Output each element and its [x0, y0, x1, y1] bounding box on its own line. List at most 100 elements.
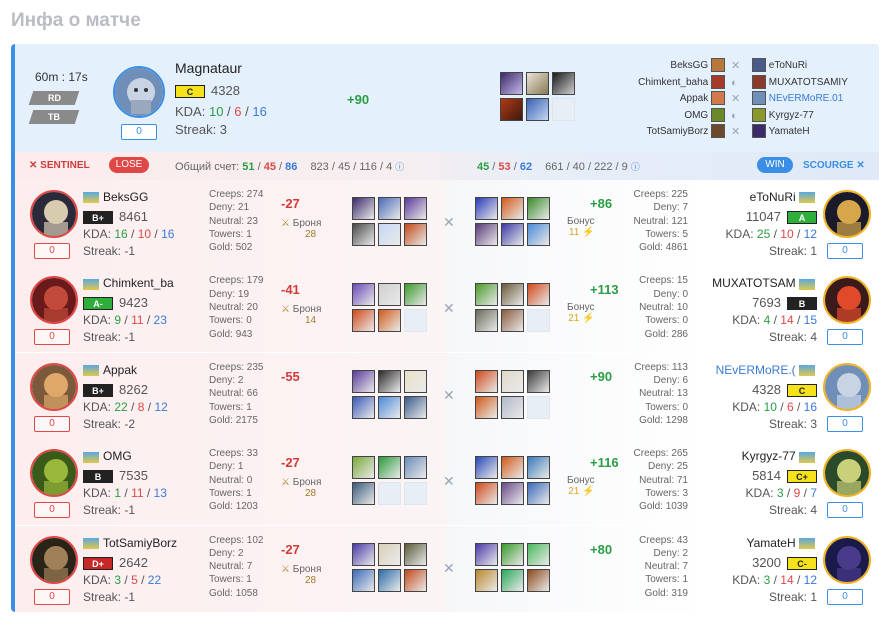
item-icon[interactable]: [404, 568, 427, 592]
item-icon[interactable]: [475, 309, 498, 333]
item-icon[interactable]: [527, 568, 550, 592]
rank-badge: B: [787, 297, 817, 311]
right-player-name[interactable]: MUXATOTSAM: [709, 276, 819, 290]
mvp-hero-avatar[interactable]: [113, 66, 165, 118]
item-icon[interactable]: [501, 542, 524, 566]
right-player-name[interactable]: Kyrgyz-77: [709, 449, 819, 463]
item-icon[interactable]: [501, 395, 524, 419]
item-icon[interactable]: [501, 568, 524, 592]
item-icon[interactable]: [526, 98, 549, 121]
left-score-box: 0: [34, 415, 70, 432]
right-hero-avatar[interactable]: [823, 190, 871, 238]
mvp-hero-name[interactable]: Magnataur: [175, 60, 242, 76]
right-player-name[interactable]: eToNuRi: [709, 190, 819, 204]
rank-badge: C-: [787, 556, 817, 570]
left-player-name[interactable]: TotSamiyBorz: [83, 536, 183, 550]
item-icon[interactable]: [404, 456, 427, 480]
item-icon[interactable]: [527, 482, 550, 506]
left-hero-avatar[interactable]: [30, 190, 78, 238]
item-icon[interactable]: [475, 568, 498, 592]
empty-item-slot: [404, 309, 427, 333]
item-icon[interactable]: [527, 197, 550, 220]
item-icon[interactable]: [552, 72, 575, 95]
item-icon[interactable]: [501, 197, 524, 220]
left-hero-avatar[interactable]: [30, 535, 78, 584]
left-player-name[interactable]: OMG: [83, 449, 183, 463]
versus-icon: ✕: [443, 559, 455, 576]
item-icon[interactable]: [352, 542, 375, 566]
match-card: 60m : 17s RD TB 0 Magnataur C 4328 KDA: 1…: [11, 44, 879, 612]
right-player-name[interactable]: YamateH: [709, 536, 819, 550]
left-score-box: 0: [34, 502, 70, 519]
item-icon[interactable]: [475, 482, 498, 506]
item-icon[interactable]: [352, 283, 375, 307]
right-player-name[interactable]: NEvERMoRE.(: [709, 363, 819, 377]
item-icon[interactable]: [404, 197, 427, 220]
item-icon[interactable]: [378, 283, 401, 307]
item-icon[interactable]: [404, 542, 427, 566]
item-icon[interactable]: [501, 309, 524, 333]
item-icon[interactable]: [378, 223, 401, 246]
left-player-name[interactable]: Chimkent_ba: [83, 276, 183, 290]
item-icon[interactable]: [404, 223, 427, 246]
item-icon[interactable]: [475, 283, 498, 307]
item-icon[interactable]: [526, 72, 549, 95]
item-icon[interactable]: [378, 568, 401, 592]
item-icon[interactable]: [352, 369, 375, 393]
item-icon[interactable]: [501, 223, 524, 246]
item-icon[interactable]: [378, 542, 401, 566]
left-streak: Streak: -2: [83, 416, 136, 431]
item-icon[interactable]: [404, 369, 427, 393]
left-rank-line: A- 9423: [83, 294, 148, 312]
item-icon[interactable]: [527, 542, 550, 566]
item-icon[interactable]: [500, 98, 523, 121]
item-icon[interactable]: [527, 369, 550, 393]
item-icon[interactable]: [352, 568, 375, 592]
right-hero-avatar[interactable]: [823, 449, 871, 498]
item-icon[interactable]: [527, 456, 550, 480]
item-icon[interactable]: [475, 542, 498, 566]
right-score-box: 0: [827, 502, 863, 519]
item-icon[interactable]: [404, 283, 427, 307]
left-player-name[interactable]: BeksGG: [83, 190, 183, 204]
item-icon[interactable]: [378, 309, 401, 333]
item-icon[interactable]: [475, 369, 498, 393]
item-icon[interactable]: [500, 72, 523, 95]
item-icon[interactable]: [501, 482, 524, 506]
item-icon[interactable]: [352, 482, 375, 506]
item-icon[interactable]: [475, 197, 498, 220]
left-hero-avatar[interactable]: [30, 449, 78, 498]
left-hero-avatar[interactable]: [30, 362, 78, 411]
item-icon[interactable]: [501, 283, 524, 307]
item-icon[interactable]: [352, 309, 375, 333]
lose-badge: LOSE: [109, 157, 149, 173]
item-icon[interactable]: [352, 223, 375, 246]
item-icon[interactable]: [378, 197, 401, 220]
item-grid: [352, 283, 427, 333]
right-hero-avatar[interactable]: [823, 362, 871, 411]
item-icon[interactable]: [475, 456, 498, 480]
left-player-name[interactable]: Appak: [83, 363, 183, 377]
right-hero-avatar[interactable]: [823, 535, 871, 584]
item-icon[interactable]: [352, 456, 375, 480]
item-icon[interactable]: [352, 395, 375, 419]
item-icon[interactable]: [475, 395, 498, 419]
item-grid: [475, 283, 550, 333]
item-icon[interactable]: [378, 456, 401, 480]
item-icon[interactable]: [378, 369, 401, 393]
item-icon[interactable]: [475, 223, 498, 246]
item-icon[interactable]: [404, 395, 427, 419]
item-icon[interactable]: [352, 197, 375, 220]
item-icon[interactable]: [527, 283, 550, 307]
item-icon[interactable]: [378, 395, 401, 419]
mmr-value: 9423: [119, 295, 148, 311]
left-stats: Creeps: 102 Deny: 2 Neutral: 7 Towers: 1…: [209, 534, 264, 599]
item-grid: [475, 542, 550, 592]
mvp-delta: +90: [347, 92, 370, 107]
item-icon[interactable]: [501, 456, 524, 480]
right-rank-line: 5814 C+: [709, 467, 817, 485]
left-stats: Creeps: 179 Deny: 19 Neutral: 20 Towers:…: [209, 275, 264, 340]
item-icon[interactable]: [527, 223, 550, 246]
right-stats: Creeps: 113 Deny: 6 Neutral: 13 Towers: …: [634, 361, 688, 426]
item-icon[interactable]: [501, 369, 524, 393]
